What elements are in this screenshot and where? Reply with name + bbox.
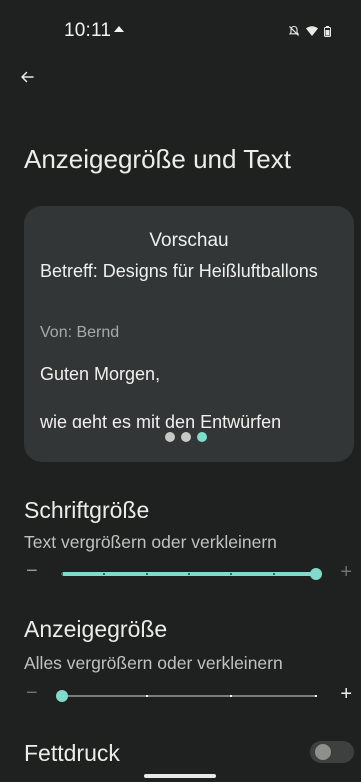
page-dot[interactable]	[181, 432, 191, 442]
page-dot[interactable]	[165, 432, 175, 442]
slider-tick	[145, 573, 148, 575]
slider-tick	[315, 695, 317, 697]
slider-tick	[103, 573, 106, 575]
slider-tick	[230, 695, 233, 697]
slider-thumb[interactable]	[310, 568, 322, 580]
font-size-decrease-button[interactable]: −	[26, 561, 38, 581]
slider-tick	[61, 573, 63, 575]
preview-heading: Vorschau	[149, 230, 229, 251]
display-size-slider[interactable]: − +	[24, 683, 354, 708]
home-indicator[interactable]	[144, 774, 216, 778]
status-icons	[288, 25, 331, 37]
bold-text-title: Fettdruck	[24, 740, 120, 766]
preview-subject: Betreff: Designs für Heißluftballons	[40, 261, 318, 281]
display-size-title: Anzeigegröße	[24, 616, 168, 642]
slider-thumb[interactable]	[56, 690, 68, 702]
preview-greeting: Guten Morgen,	[40, 364, 161, 384]
location-arrow-icon	[114, 26, 124, 32]
font-size-slider[interactable]: − +	[24, 561, 354, 586]
preview-card[interactable]: Vorschau Betreff: Designs für Heißluftba…	[24, 206, 354, 462]
font-size-subtitle: Text vergrößern oder verkleinern	[24, 532, 277, 552]
arrow-back-icon	[21, 71, 34, 83]
status-bar: 10:11	[0, 0, 361, 56]
battery-icon	[324, 25, 331, 37]
notifications-off-icon	[288, 25, 300, 36]
back-button[interactable]	[16, 66, 38, 88]
preview-from: Von: Bernd	[40, 324, 120, 341]
slider-tick	[272, 573, 275, 575]
slider-tick	[188, 573, 190, 575]
slider-track	[62, 695, 316, 697]
page-title: Anzeigegröße und Text	[24, 144, 291, 174]
status-time: 10:11	[64, 20, 112, 41]
display-size-decrease-button[interactable]: −	[26, 683, 38, 703]
font-size-increase-button[interactable]: +	[340, 562, 352, 582]
bold-text-toggle[interactable]	[310, 741, 354, 763]
display-size-increase-button[interactable]: +	[340, 684, 352, 704]
page-dot-active[interactable]	[197, 432, 207, 442]
toggle-knob	[315, 744, 331, 760]
preview-body: wie geht es mit den Entwürfen	[40, 412, 282, 428]
font-size-title: Schriftgröße	[24, 497, 150, 523]
slider-tick	[230, 573, 233, 575]
display-size-subtitle: Alles vergrößern oder verkleinern	[24, 653, 283, 673]
slider-tick	[145, 695, 148, 697]
wifi-icon	[306, 26, 318, 36]
preview-page-indicator[interactable]	[165, 432, 207, 442]
